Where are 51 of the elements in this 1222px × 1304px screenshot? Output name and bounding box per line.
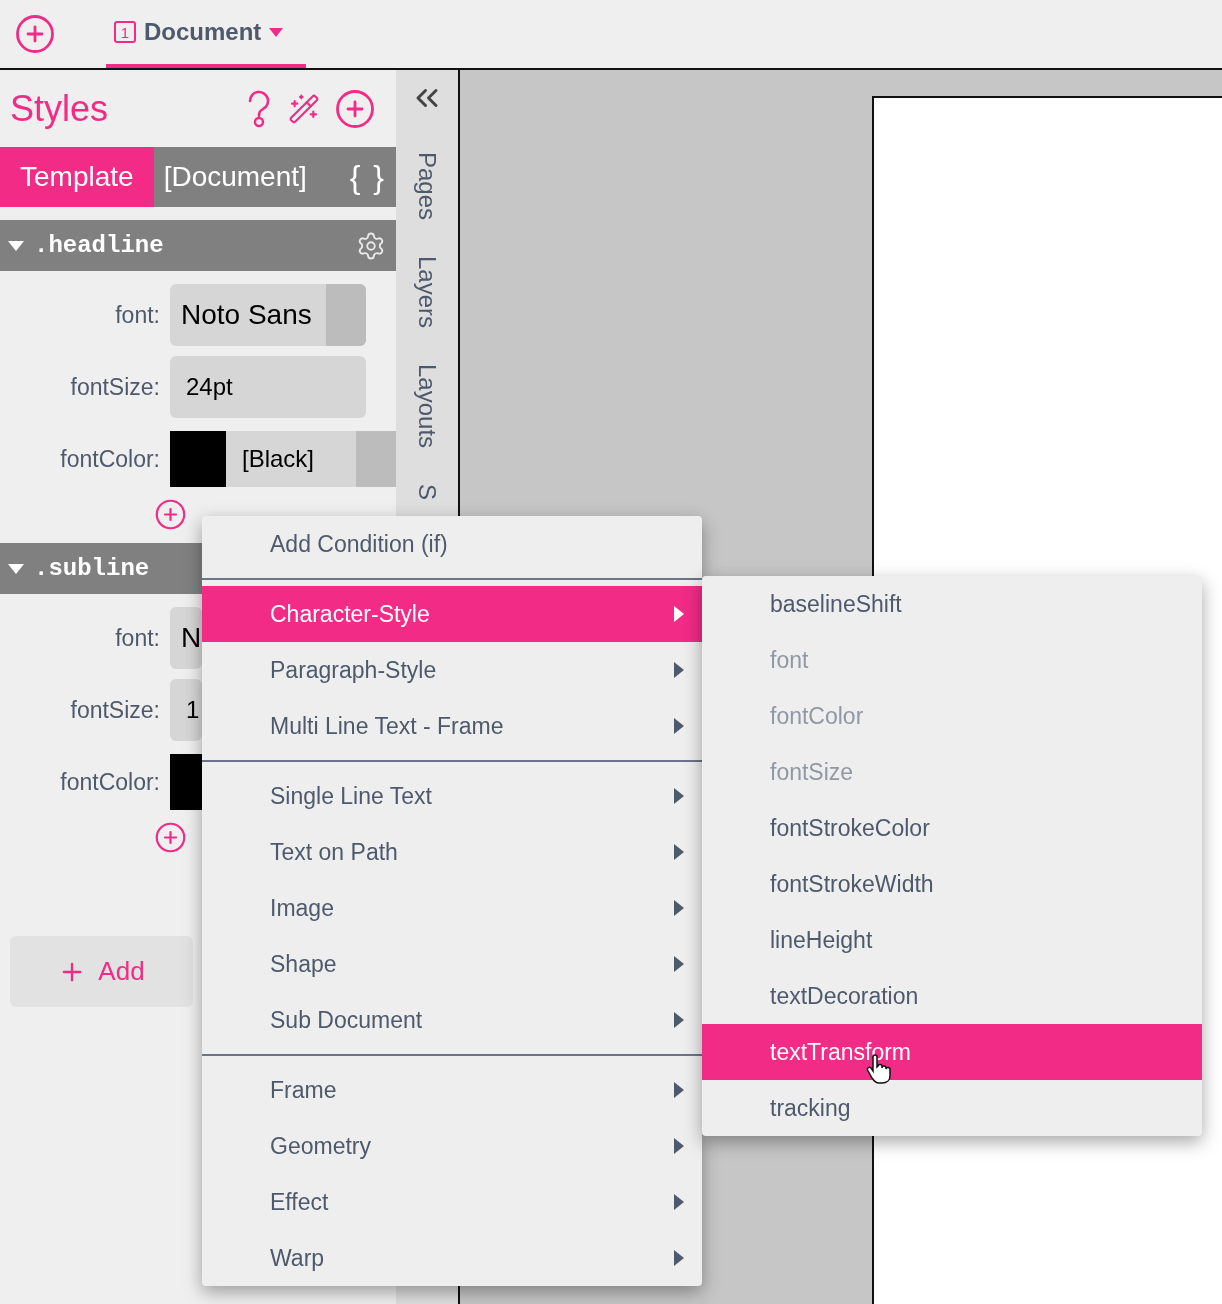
property-label: fontColor: bbox=[59, 768, 160, 796]
menu-item[interactable]: Frame bbox=[202, 1062, 702, 1118]
style-section-header[interactable]: .headline bbox=[0, 220, 396, 271]
menu-item[interactable]: Geometry bbox=[202, 1118, 702, 1174]
add-property-icon[interactable] bbox=[154, 498, 187, 531]
menu-item[interactable]: Text on Path bbox=[202, 824, 702, 880]
settings-icon[interactable] bbox=[356, 230, 386, 261]
font-select[interactable]: N bbox=[170, 607, 202, 669]
menu-item[interactable]: Sub Document bbox=[202, 992, 702, 1048]
side-tab[interactable]: S bbox=[413, 484, 441, 501]
style-name: .subline bbox=[34, 555, 151, 582]
menu-item[interactable]: Single Line Text bbox=[202, 768, 702, 824]
property-label: font: bbox=[114, 301, 160, 329]
side-tab[interactable]: Pages bbox=[413, 152, 441, 221]
braces-icon[interactable]: { } bbox=[349, 158, 396, 196]
caret-icon bbox=[269, 27, 284, 37]
submenu-item[interactable]: fontStrokeColor bbox=[702, 800, 1202, 856]
font-size-field[interactable]: 1 bbox=[170, 679, 202, 741]
font-size-field[interactable]: 24pt bbox=[170, 356, 366, 418]
menu-item[interactable]: Effect bbox=[202, 1174, 702, 1230]
menu-item[interactable]: Paragraph-Style bbox=[202, 642, 702, 698]
menu-item[interactable]: Multi Line Text - Frame bbox=[202, 698, 702, 754]
menu-item[interactable]: Warp bbox=[202, 1230, 702, 1286]
property-label: font: bbox=[114, 624, 160, 652]
font-select[interactable]: Noto Sans bbox=[170, 284, 366, 346]
document-tab[interactable]: 1 Document bbox=[106, 0, 306, 68]
document-tab-label: Document bbox=[144, 18, 262, 46]
page-number-badge: 1 bbox=[114, 21, 136, 43]
menu-item[interactable]: Shape bbox=[202, 936, 702, 992]
menu-item[interactable]: Character-Style bbox=[202, 586, 702, 642]
submenu-item[interactable]: fontStrokeWidth bbox=[702, 856, 1202, 912]
magic-wand-icon[interactable] bbox=[288, 92, 320, 125]
submenu-item[interactable]: baselineShift bbox=[702, 576, 1202, 632]
property-label: fontSize: bbox=[69, 373, 160, 401]
submenu-item[interactable]: lineHeight bbox=[702, 912, 1202, 968]
color-select[interactable]: [Black] bbox=[170, 431, 396, 487]
style-name: .headline bbox=[34, 232, 165, 259]
property-label: fontSize: bbox=[69, 696, 160, 724]
submenu-item[interactable]: tracking bbox=[702, 1080, 1202, 1136]
collapse-caret-icon[interactable] bbox=[8, 562, 24, 575]
panel-title: Styles bbox=[10, 87, 110, 130]
side-tab[interactable]: Layouts bbox=[413, 364, 441, 449]
property-label: fontColor: bbox=[59, 445, 160, 473]
submenu-item[interactable]: textDecoration bbox=[702, 968, 1202, 1024]
collapse-caret-icon[interactable] bbox=[8, 239, 24, 252]
help-icon[interactable] bbox=[246, 89, 272, 128]
add-property-icon[interactable] bbox=[154, 821, 187, 854]
menu-item[interactable]: Image bbox=[202, 880, 702, 936]
side-tab[interactable]: Layers bbox=[413, 256, 441, 329]
scope-tab[interactable]: Template bbox=[0, 147, 154, 207]
add-style-icon[interactable] bbox=[334, 87, 376, 130]
